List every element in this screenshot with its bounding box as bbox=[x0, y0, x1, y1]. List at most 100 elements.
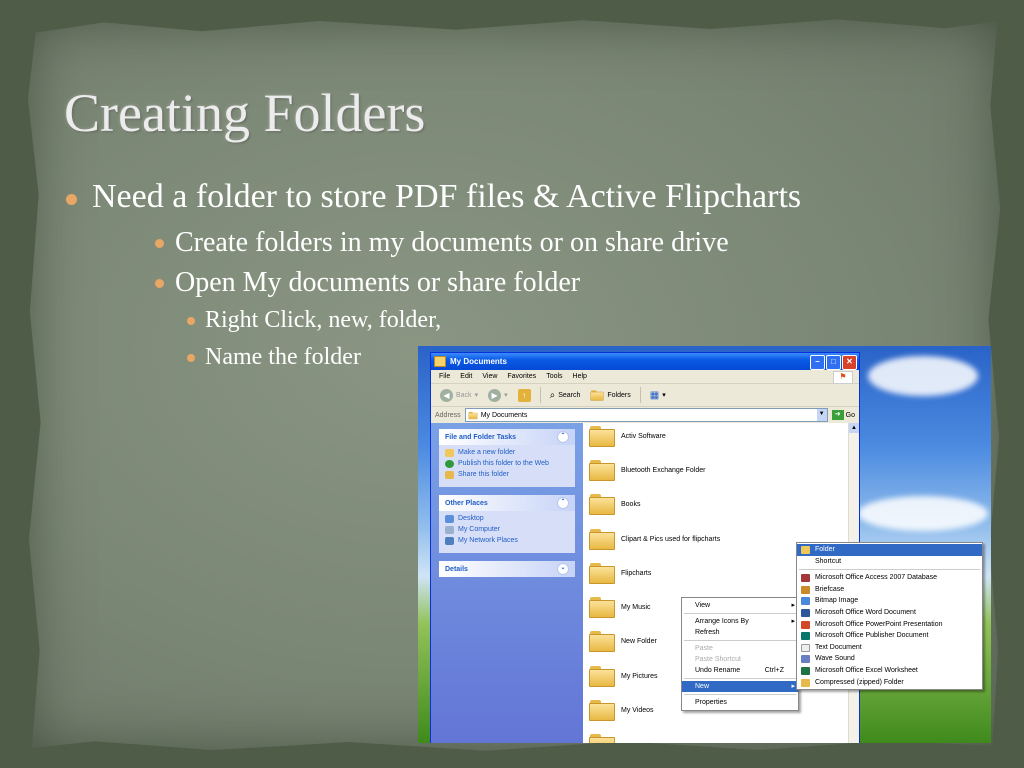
folder-icon bbox=[589, 529, 615, 550]
list-item[interactable]: Books bbox=[589, 494, 640, 515]
minimize-button[interactable]: – bbox=[810, 355, 825, 370]
videos-folder-icon bbox=[589, 700, 615, 721]
desktop-link[interactable]: Desktop bbox=[445, 515, 569, 523]
my-network-places-link[interactable]: My Network Places bbox=[445, 537, 569, 545]
new-access-item[interactable]: Microsoft Office Access 2007 Database bbox=[797, 572, 982, 584]
up-folder-button[interactable]: ↑ bbox=[515, 388, 534, 402]
menu-bar: File Edit View Favorites Tools Help ⚑ bbox=[431, 370, 859, 384]
menu-tools[interactable]: Tools bbox=[546, 373, 562, 380]
new-zip-item[interactable]: Compressed (zipped) Folder bbox=[797, 677, 982, 689]
menu-file[interactable]: File bbox=[439, 373, 450, 380]
menu-item-label: Refresh bbox=[695, 629, 720, 636]
menu-view[interactable]: View bbox=[482, 373, 497, 380]
address-bar: Address My Documents ▼ ➜ Go bbox=[431, 407, 859, 424]
panel-header[interactable]: Other Places ⌃ bbox=[439, 495, 575, 511]
menu-item-paste-shortcut[interactable]: Paste Shortcut bbox=[682, 654, 798, 665]
views-button[interactable]: ▦ ▾ bbox=[647, 390, 669, 401]
search-button[interactable]: ⌕ Search bbox=[547, 390, 584, 401]
excel-icon bbox=[801, 666, 810, 675]
panel-header[interactable]: Details ⌄ bbox=[439, 561, 575, 577]
new-submenu: Folder Shortcut Microsoft Office Access … bbox=[796, 542, 983, 691]
pictures-folder-icon bbox=[589, 666, 615, 687]
menu-item-new[interactable]: New ▸ bbox=[682, 681, 798, 692]
forward-button[interactable]: ▶ ▾ bbox=[485, 388, 511, 402]
menu-item-refresh[interactable]: Refresh bbox=[682, 627, 798, 638]
address-input[interactable]: My Documents ▼ bbox=[464, 408, 828, 422]
music-folder-icon bbox=[589, 597, 615, 618]
globe-icon bbox=[445, 460, 454, 468]
list-item[interactable]: Clipart & Pics used for flipcharts bbox=[589, 529, 720, 550]
menu-help[interactable]: Help bbox=[573, 373, 587, 380]
list-item[interactable]: Bluetooth Exchange Folder bbox=[589, 460, 705, 481]
list-item[interactable]: My Pictures bbox=[589, 666, 658, 687]
bullet-dot-icon bbox=[66, 194, 77, 205]
menu-item-undo-rename[interactable]: Undo Rename Ctrl+Z bbox=[682, 665, 798, 676]
menu-edit[interactable]: Edit bbox=[460, 373, 472, 380]
window-titlebar[interactable]: My Documents – □ ✕ bbox=[431, 353, 859, 370]
bullet-level2: Open My documents or share folder bbox=[155, 267, 580, 299]
toolbar-separator bbox=[639, 387, 641, 403]
menu-item-label: Arrange Icons By bbox=[695, 618, 749, 625]
file-name: Clipart & Pics used for flipcharts bbox=[621, 536, 721, 543]
publisher-icon bbox=[801, 632, 810, 641]
zip-folder-icon bbox=[801, 678, 810, 687]
folder-icon bbox=[589, 631, 615, 652]
share-folder-link[interactable]: Share this folder bbox=[445, 471, 569, 479]
link-label: Make a new folder bbox=[458, 449, 516, 456]
new-publisher-item[interactable]: Microsoft Office Publisher Document bbox=[797, 630, 982, 642]
new-word-item[interactable]: Microsoft Office Word Document bbox=[797, 607, 982, 619]
go-button[interactable]: ➜ Go bbox=[831, 410, 859, 420]
list-item[interactable]: My Videos bbox=[589, 700, 654, 721]
back-button[interactable]: ◀ Back ▾ bbox=[437, 388, 481, 402]
window-title: My Documents bbox=[450, 357, 507, 366]
publish-folder-link[interactable]: Publish this folder to the Web bbox=[445, 460, 569, 468]
scroll-up-icon[interactable]: ▲ bbox=[849, 423, 859, 433]
address-label: Address bbox=[435, 411, 461, 419]
cloud bbox=[868, 356, 978, 396]
make-new-folder-link[interactable]: Make a new folder bbox=[445, 449, 569, 457]
folder-icon bbox=[434, 356, 446, 367]
menu-item-arrange[interactable]: Arrange Icons By ▸ bbox=[682, 616, 798, 627]
close-button[interactable]: ✕ bbox=[842, 355, 857, 370]
expand-icon[interactable]: ⌄ bbox=[557, 563, 569, 575]
new-bitmap-item[interactable]: Bitmap Image bbox=[797, 595, 982, 607]
link-label: Publish this folder to the Web bbox=[458, 460, 549, 467]
search-icon: ⌕ bbox=[549, 389, 556, 401]
menu-item-paste[interactable]: Paste bbox=[682, 643, 798, 654]
collapse-icon[interactable]: ⌃ bbox=[557, 497, 569, 509]
new-wave-item[interactable]: Wave Sound bbox=[797, 653, 982, 665]
menu-item-label: Briefcase bbox=[815, 585, 845, 593]
toolbar-separator bbox=[539, 387, 541, 403]
list-item[interactable]: New Folder bbox=[589, 631, 657, 652]
my-computer-link[interactable]: My Computer bbox=[445, 526, 569, 534]
menu-item-label: Folder bbox=[815, 546, 835, 553]
folder-icon bbox=[589, 426, 615, 447]
new-text-item[interactable]: Text Document bbox=[797, 642, 982, 654]
new-shortcut-item[interactable]: Shortcut bbox=[797, 556, 982, 568]
folders-button[interactable]: Folders bbox=[587, 389, 633, 401]
chevron-down-icon[interactable]: ▼ bbox=[816, 409, 827, 421]
menu-separator bbox=[799, 569, 980, 571]
panel-header[interactable]: File and Folder Tasks ⌃ bbox=[439, 429, 575, 445]
menu-item-properties[interactable]: Properties bbox=[682, 697, 798, 708]
bullet-level3: Name the folder bbox=[187, 344, 361, 371]
collapse-icon[interactable]: ⌃ bbox=[557, 431, 569, 443]
maximize-button[interactable]: □ bbox=[826, 355, 841, 370]
list-item[interactable] bbox=[589, 734, 615, 743]
new-folder-item[interactable]: Folder bbox=[797, 544, 982, 556]
new-powerpoint-item[interactable]: Microsoft Office PowerPoint Presentation bbox=[797, 619, 982, 631]
list-item[interactable]: Flipcharts bbox=[589, 563, 651, 584]
folder-icon bbox=[589, 734, 615, 743]
menu-favorites[interactable]: Favorites bbox=[507, 373, 536, 380]
share-folder-icon bbox=[445, 471, 454, 479]
menu-item-view[interactable]: View ▸ bbox=[682, 600, 798, 611]
new-excel-item[interactable]: Microsoft Office Excel Worksheet bbox=[797, 665, 982, 677]
menu-item-label: Properties bbox=[695, 699, 727, 706]
bullet-text: Name the folder bbox=[205, 344, 361, 370]
bullet-text: Right Click, new, folder, bbox=[205, 307, 442, 333]
slide-title: Creating Folders bbox=[64, 83, 426, 143]
list-item[interactable]: Activ Software bbox=[589, 426, 666, 447]
new-briefcase-item[interactable]: Briefcase bbox=[797, 584, 982, 596]
go-arrow-icon: ➜ bbox=[831, 410, 844, 420]
list-item[interactable]: My Music bbox=[589, 597, 651, 618]
